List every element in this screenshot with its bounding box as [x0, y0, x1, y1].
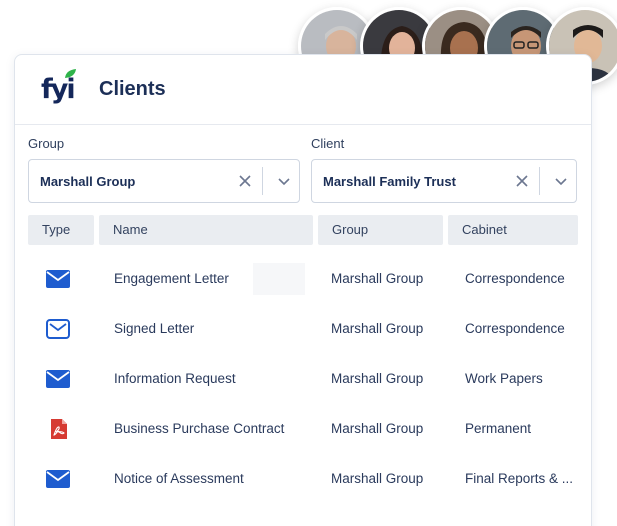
row-cabinet: Permanent	[465, 421, 532, 436]
column-header-type[interactable]: Type	[28, 215, 94, 245]
close-icon	[516, 175, 528, 187]
row-name: Signed Letter	[114, 321, 195, 336]
logo-text: fyi	[41, 74, 76, 105]
row-group: Marshall Group	[331, 471, 424, 486]
panel-header: fyi Clients	[15, 55, 591, 125]
page-title: Clients	[99, 78, 166, 100]
table-header: Type Name Group Cabinet	[15, 215, 591, 245]
group-select-value: Marshall Group	[40, 173, 136, 189]
divider	[262, 167, 263, 195]
column-header-cabinet[interactable]: Cabinet	[448, 215, 578, 245]
row-name: Notice of Assessment	[114, 471, 244, 486]
column-header-group[interactable]: Group	[318, 215, 443, 245]
row-cabinet: Correspondence	[465, 271, 565, 286]
group-dropdown-button[interactable]	[269, 166, 299, 196]
row-cabinet: Work Papers	[465, 371, 543, 386]
column-header-name[interactable]: Name	[99, 215, 313, 245]
chevron-down-icon	[555, 178, 567, 186]
row-cabinet: Correspondence	[465, 321, 565, 336]
table-row[interactable]: Business Purchase Contract Marshall Grou…	[15, 409, 591, 449]
row-group: Marshall Group	[331, 371, 424, 386]
client-filter: Client Marshall Family Trust	[311, 135, 577, 203]
clear-client-button[interactable]	[507, 166, 537, 196]
table-row[interactable]: Information Request Marshall Group Work …	[15, 359, 591, 399]
filters: Group Marshall Group Client Marshall Fam…	[15, 135, 591, 205]
table-row[interactable]: Notice of Assessment Marshall Group Fina…	[15, 459, 591, 499]
mail-filled-icon	[46, 270, 70, 288]
leaf-icon	[65, 68, 76, 78]
chevron-down-icon	[278, 178, 290, 186]
fyi-logo: fyi	[41, 68, 79, 106]
group-filter: Group Marshall Group	[28, 135, 300, 203]
row-group: Marshall Group	[331, 421, 424, 436]
clear-group-button[interactable]	[230, 166, 260, 196]
mail-outline-icon	[46, 319, 70, 339]
mail-filled-icon	[46, 470, 70, 488]
client-select-value: Marshall Family Trust	[323, 173, 456, 189]
row-name: Engagement Letter	[114, 271, 229, 286]
group-filter-label: Group	[28, 136, 65, 151]
client-dropdown-button[interactable]	[546, 166, 576, 196]
row-name: Business Purchase Contract	[114, 421, 285, 436]
group-select[interactable]: Marshall Group	[28, 159, 300, 203]
table-row[interactable]: Engagement Letter Marshall Group Corresp…	[15, 259, 591, 299]
client-select[interactable]: Marshall Family Trust	[311, 159, 577, 203]
divider	[539, 167, 540, 195]
clients-panel: fyi Clients Group Marshall Group Client	[14, 54, 592, 526]
mail-filled-icon	[46, 370, 70, 388]
table-row[interactable]: Signed Letter Marshall Group Corresponde…	[15, 309, 591, 349]
row-hover-highlight	[253, 263, 305, 295]
row-cabinet: Final Reports & ...	[465, 471, 574, 486]
client-filter-label: Client	[311, 136, 345, 151]
pdf-icon	[51, 419, 67, 439]
row-group: Marshall Group	[331, 321, 424, 336]
row-group: Marshall Group	[331, 271, 424, 286]
row-name: Information Request	[114, 371, 236, 386]
close-icon	[239, 175, 251, 187]
